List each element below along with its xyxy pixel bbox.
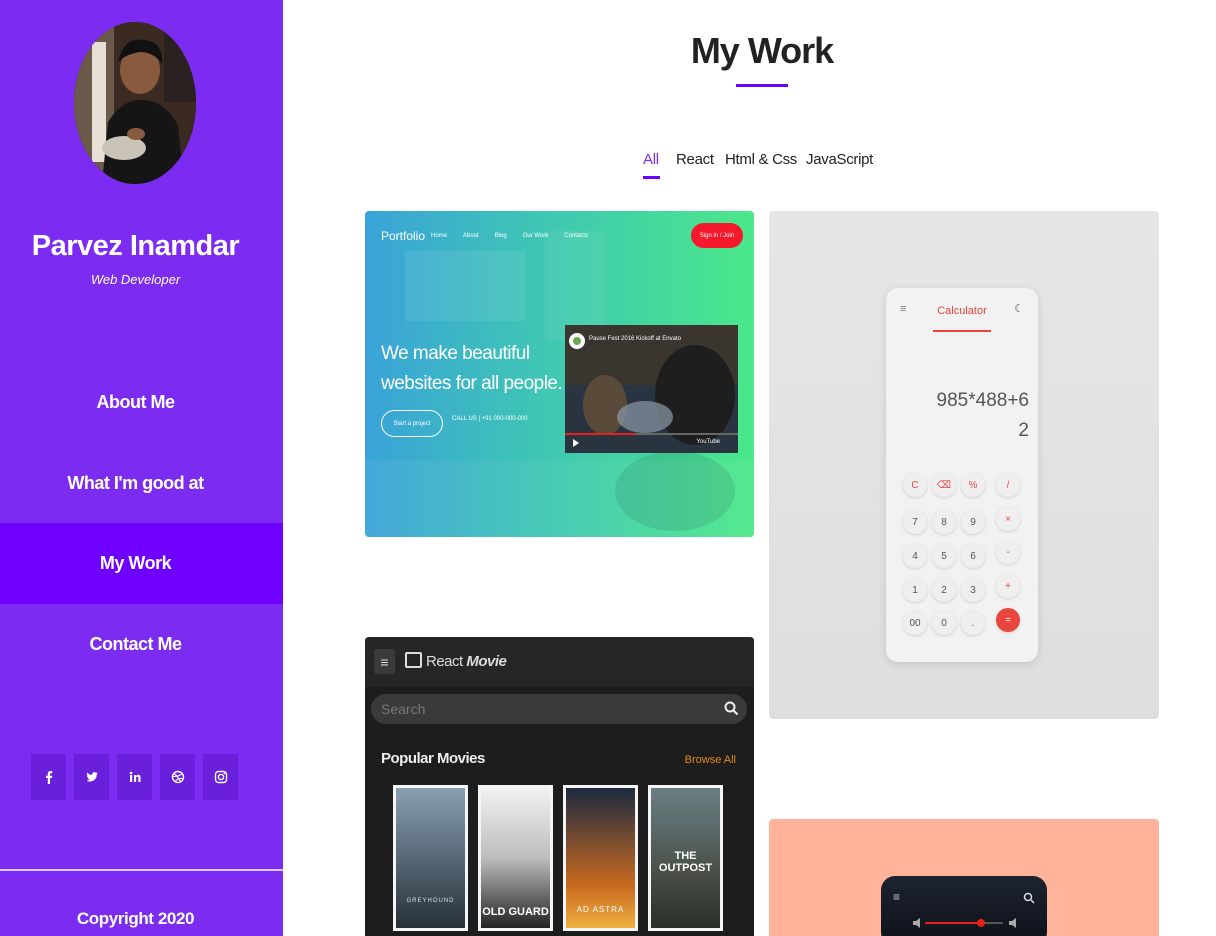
calculator-app: ≡ ☾ Calculator 985*488+62 C ⌫ % / 7 8 9 … bbox=[886, 288, 1038, 662]
portfolio-call-text: CALL US | +91 000-000-000 bbox=[452, 416, 528, 422]
facebook-link[interactable] bbox=[31, 754, 66, 800]
dribbble-icon bbox=[171, 770, 184, 784]
portfolio-cta-button: Start a project bbox=[381, 410, 443, 437]
calc-key: % bbox=[961, 473, 985, 497]
search-icon bbox=[724, 701, 739, 716]
hamburger-icon: ≡ bbox=[374, 649, 395, 674]
portfolio-menu-item: About bbox=[463, 233, 479, 239]
profile-name: Parvez Inamdar bbox=[31, 230, 240, 262]
movie-search-placeholder: Search bbox=[381, 701, 426, 717]
calc-key: 6 bbox=[961, 544, 985, 568]
calc-key: 3 bbox=[961, 578, 985, 602]
film-icon bbox=[405, 652, 422, 668]
calc-key: 1 bbox=[903, 578, 927, 602]
calc-key: 0 bbox=[932, 611, 956, 635]
calculator-display: 985*488+62 bbox=[929, 386, 1029, 446]
sidebar-divider bbox=[0, 869, 283, 871]
menu-icon: ≡ bbox=[893, 890, 901, 904]
nav-item-what-im-good-at[interactable]: What I'm good at bbox=[0, 443, 283, 524]
avatar bbox=[74, 22, 196, 184]
movie-logo: React Movie bbox=[405, 652, 507, 670]
linkedin-icon bbox=[129, 771, 140, 782]
profile-role: Web Developer bbox=[90, 272, 181, 287]
dribbble-link[interactable] bbox=[160, 754, 195, 800]
calculator-tab-indicator bbox=[933, 330, 991, 332]
portfolio-menu-item: Blog bbox=[494, 233, 507, 239]
movie-search-bar: Search bbox=[371, 694, 747, 724]
sidebar: Parvez Inamdar Web Developer About Me Wh… bbox=[0, 0, 283, 936]
calculator-title: Calculator bbox=[937, 305, 987, 317]
nav-item-my-work[interactable]: My Work bbox=[0, 523, 283, 604]
calc-key: - bbox=[996, 540, 1020, 564]
portfolio-video-thumbnail: Pause Fest 2016 Kickoff at Envato YouTub… bbox=[565, 325, 738, 453]
facebook-icon bbox=[45, 771, 52, 784]
linkedin-link[interactable] bbox=[117, 754, 152, 800]
search-icon bbox=[1023, 892, 1035, 904]
movie-logo-main: React bbox=[426, 653, 463, 670]
calc-key: 5 bbox=[932, 544, 956, 568]
portfolio-video-brand: YouTube bbox=[696, 439, 720, 445]
movie-poster-title: OLD GUARD bbox=[482, 906, 549, 918]
instagram-icon bbox=[214, 770, 227, 784]
copyright-text: Copyright 2020 bbox=[76, 909, 195, 928]
calc-key: ⌫ bbox=[932, 473, 956, 497]
movie-section-title: Popular Movies bbox=[381, 750, 485, 767]
nav-item-about-me[interactable]: About Me bbox=[0, 362, 283, 443]
volume-slider bbox=[913, 918, 1016, 928]
movie-poster: AD ASTRA bbox=[563, 785, 638, 931]
portfolio-menu: Home About Blog Our Work Contacts bbox=[431, 233, 588, 239]
portfolio-video-title: Pause Fest 2016 Kickoff at Envato bbox=[589, 336, 681, 342]
twitter-link[interactable] bbox=[74, 754, 109, 800]
movie-poster-title: GREYHOUND bbox=[406, 898, 455, 904]
player-phone-mockup: ≡ bbox=[881, 876, 1047, 936]
portfolio-menu-item: Contacts bbox=[564, 233, 588, 239]
calc-key: 2 bbox=[932, 578, 956, 602]
movie-header: ≡ React Movie bbox=[365, 637, 754, 687]
social-links bbox=[31, 754, 238, 800]
twitter-icon bbox=[85, 772, 98, 782]
page-title: My Work bbox=[690, 30, 834, 71]
title-underline bbox=[736, 84, 788, 87]
app: Parvez Inamdar Web Developer About Me Wh… bbox=[0, 0, 1216, 936]
filter-tab-all[interactable]: All bbox=[643, 151, 659, 168]
portfolio-headline: We make beautiful websites for all peopl… bbox=[381, 343, 563, 394]
project-card-react-movie[interactable]: ≡ React Movie Search Popular Movies Brow… bbox=[365, 637, 754, 936]
calc-key: C bbox=[903, 473, 927, 497]
calc-key: = bbox=[996, 608, 1020, 632]
instagram-link[interactable] bbox=[203, 754, 238, 800]
portfolio-logo: Portfolio bbox=[381, 229, 426, 243]
project-card-music-player[interactable]: ≡ bbox=[769, 819, 1159, 936]
calc-key: . bbox=[961, 611, 985, 635]
calc-key: / bbox=[996, 473, 1020, 497]
calculator-expression: 985*488+62 bbox=[936, 390, 1029, 441]
project-card-calculator[interactable]: ≡ ☾ Calculator 985*488+62 C ⌫ % / 7 8 9 … bbox=[769, 211, 1159, 719]
nav-item-contact-me[interactable]: Contact Me bbox=[0, 604, 283, 685]
calc-key: + bbox=[996, 574, 1020, 598]
movie-browse-link: Browse All bbox=[684, 754, 736, 766]
portfolio-menu-item: Our Work bbox=[522, 233, 549, 239]
movie-poster-title: THE OUTPOST bbox=[658, 850, 713, 874]
movie-poster: GREYHOUND bbox=[393, 785, 468, 931]
calc-key: 8 bbox=[932, 510, 956, 534]
movie-poster: THE OUTPOST bbox=[648, 785, 723, 931]
movie-poster: OLD GUARD bbox=[478, 785, 553, 931]
filter-tab-html-css[interactable]: Html & Css bbox=[725, 151, 797, 168]
calc-key: 7 bbox=[903, 510, 927, 534]
portfolio-menu-item: Home bbox=[431, 233, 448, 239]
calc-key: 9 bbox=[961, 510, 985, 534]
portfolio-sign-button: Sign in / Join bbox=[691, 223, 743, 248]
project-card-portfolio[interactable]: Portfolio Home About Blog Our Work Conta… bbox=[365, 211, 754, 537]
filter-tab-react[interactable]: React bbox=[676, 151, 714, 168]
calc-key: 4 bbox=[903, 544, 927, 568]
calc-key: × bbox=[996, 507, 1020, 531]
calc-key: 00 bbox=[903, 611, 927, 635]
filter-tab-javascript[interactable]: JavaScript bbox=[806, 151, 873, 168]
active-filter-indicator bbox=[643, 176, 660, 179]
movie-logo-accent: Movie bbox=[466, 653, 507, 670]
movie-poster-title: AD ASTRA bbox=[576, 905, 625, 914]
